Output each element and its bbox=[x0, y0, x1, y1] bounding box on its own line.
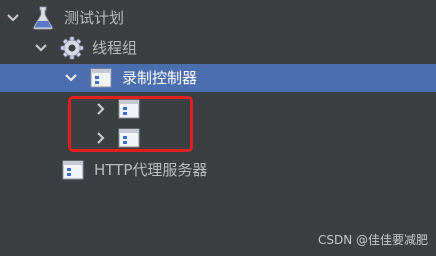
chevron-down-icon[interactable] bbox=[6, 11, 20, 25]
test-plan-tree: 测试计划 线程组 录制控制器 HTTP代理服务器 bbox=[0, 0, 436, 256]
chevron-down-icon[interactable] bbox=[34, 41, 48, 55]
chevron-down-icon[interactable] bbox=[64, 71, 78, 85]
tree-row-child-1[interactable] bbox=[0, 95, 436, 123]
tree-label-recording-controller: 录制控制器 bbox=[122, 69, 198, 87]
watermark-text: CSDN @佳佳要减肥 bbox=[317, 233, 428, 247]
controller-icon bbox=[62, 159, 84, 185]
tree-label-http-proxy: HTTP代理服务器 bbox=[94, 161, 208, 179]
controller-icon bbox=[90, 67, 112, 93]
tree-label-thread-group: 线程组 bbox=[92, 39, 138, 57]
flask-icon bbox=[32, 6, 54, 34]
gear-icon bbox=[60, 36, 84, 64]
tree-row-child-2[interactable] bbox=[0, 124, 436, 152]
tree-row-http-proxy[interactable]: HTTP代理服务器 bbox=[0, 156, 436, 184]
tree-row-recording-controller[interactable]: 录制控制器 bbox=[0, 64, 436, 92]
tree-row-thread-group[interactable]: 线程组 bbox=[0, 34, 436, 62]
tree-label-test-plan: 测试计划 bbox=[64, 9, 125, 27]
tree-row-test-plan[interactable]: 测试计划 bbox=[0, 4, 436, 32]
annotation-highlight-box bbox=[68, 96, 193, 152]
